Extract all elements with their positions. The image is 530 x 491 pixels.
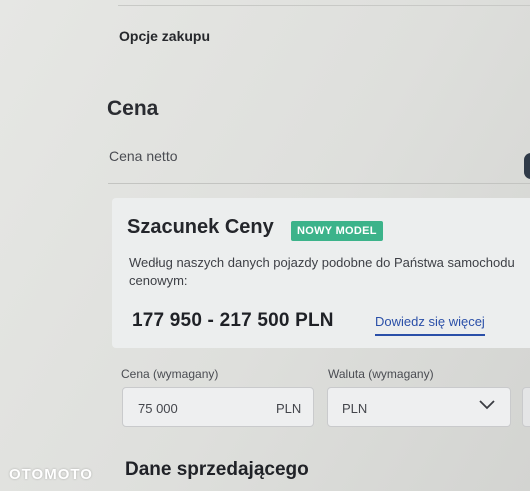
chevron-down-icon	[479, 400, 495, 410]
price-estimate-description: Według naszych danych pojazdy podobne do…	[129, 254, 530, 290]
secondary-field[interactable]	[522, 387, 530, 427]
net-price-label: Cena netto	[109, 148, 178, 164]
price-input-value: 75 000	[138, 401, 178, 416]
purchase-options-heading: Opcje zakupu	[119, 28, 211, 44]
price-estimate-title: Szacunek Ceny	[127, 216, 274, 238]
net-price-toggle[interactable]	[524, 153, 530, 179]
section-divider	[108, 183, 530, 184]
top-divider	[118, 5, 530, 6]
currency-field-label: Waluta (wymagany)	[328, 367, 434, 381]
price-field-label: Cena (wymagany)	[121, 367, 219, 381]
price-range: 177 950 - 217 500 PLN	[132, 310, 334, 331]
currency-select-value: PLN	[342, 401, 368, 416]
learn-more-link[interactable]: Dowiedz się więcej	[375, 314, 485, 336]
otomoto-watermark: OTOMOTO	[9, 466, 93, 483]
description-line-1: Według naszych danych pojazdy podobne do…	[129, 255, 515, 270]
seller-section-title: Dane sprzedającego	[125, 459, 309, 480]
new-model-badge: NOWY MODEL	[291, 221, 383, 241]
price-section-title: Cena	[107, 97, 159, 120]
price-input-unit: PLN	[276, 401, 302, 416]
page: Opcje zakupu Cena Cena netto Szacunek Ce…	[0, 0, 530, 491]
description-line-2: cenowym:	[129, 273, 188, 288]
